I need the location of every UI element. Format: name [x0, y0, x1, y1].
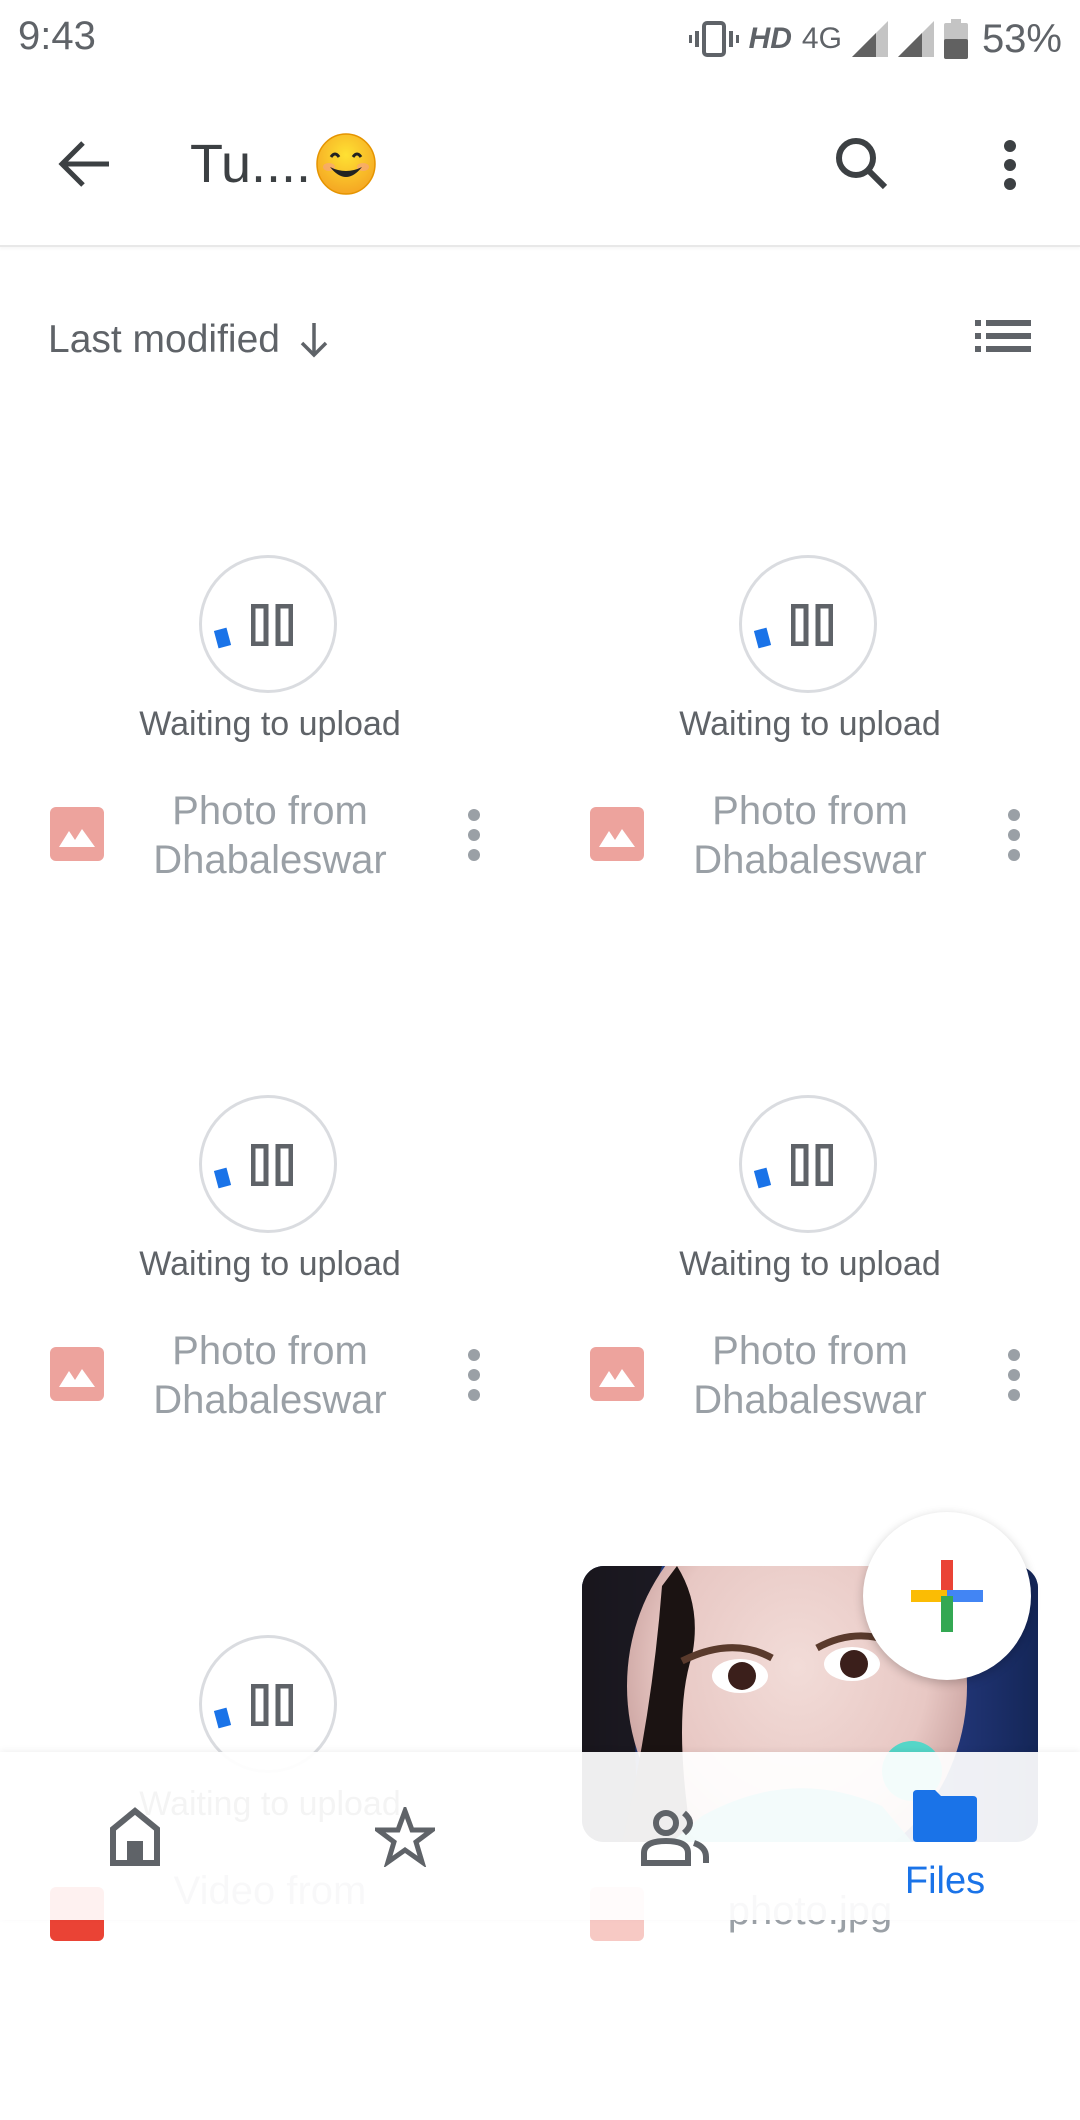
star-icon	[375, 1807, 435, 1867]
nav-files[interactable]: Files	[810, 1752, 1080, 1920]
image-file-icon	[590, 807, 644, 861]
people-icon	[641, 1810, 709, 1866]
nav-home[interactable]	[0, 1752, 270, 1920]
progress-indicator	[213, 627, 232, 649]
bottom-navigation: Files	[0, 1752, 1080, 1920]
file-more-icon[interactable]	[1002, 1345, 1026, 1405]
upload-progress	[199, 555, 337, 693]
upload-progress	[199, 1095, 337, 1233]
progress-indicator	[213, 1707, 232, 1729]
file-more-icon[interactable]	[462, 805, 486, 865]
upload-status: Waiting to upload	[679, 705, 941, 743]
file-name: Photo from Dhabaleswar	[153, 1329, 387, 1422]
progress-indicator	[753, 627, 772, 649]
file-name: Photo from Dhabaleswar	[693, 789, 927, 882]
nav-shared[interactable]	[540, 1752, 810, 1920]
upload-status: Waiting to upload	[139, 705, 401, 743]
file-card[interactable]: Waiting to upload Photo from Dhabaleswar	[540, 1040, 1080, 1580]
file-name: Photo from Dhabaleswar	[693, 1329, 927, 1422]
file-more-icon[interactable]	[462, 1345, 486, 1405]
pause-icon	[251, 1684, 293, 1726]
image-file-icon	[50, 807, 104, 861]
nav-files-label: Files	[904, 1860, 986, 1902]
nav-starred[interactable]	[270, 1752, 540, 1920]
home-icon	[110, 1807, 160, 1866]
file-card[interactable]: Waiting to upload Photo from Dhabaleswar	[0, 1040, 540, 1580]
image-file-icon	[590, 1347, 644, 1401]
new-button[interactable]	[863, 1512, 1031, 1680]
upload-status: Waiting to upload	[679, 1245, 941, 1283]
file-card[interactable]: Waiting to upload Photo from Dhabaleswar	[540, 500, 1080, 1040]
file-name: Photo from Dhabaleswar	[153, 789, 387, 882]
pause-icon	[251, 604, 293, 646]
progress-indicator	[753, 1167, 772, 1189]
upload-progress	[739, 555, 877, 693]
file-card[interactable]: Waiting to upload Photo from Dhabaleswar	[0, 500, 540, 1040]
image-file-icon	[50, 1347, 104, 1401]
google-plus-icon	[911, 1560, 983, 1632]
pause-icon	[791, 1144, 833, 1186]
upload-status: Waiting to upload	[139, 1245, 401, 1283]
upload-progress	[739, 1095, 877, 1233]
file-more-icon[interactable]	[1002, 805, 1026, 865]
folder-icon	[913, 1790, 977, 1842]
pause-icon	[791, 604, 833, 646]
pause-icon	[251, 1144, 293, 1186]
progress-indicator	[213, 1167, 232, 1189]
